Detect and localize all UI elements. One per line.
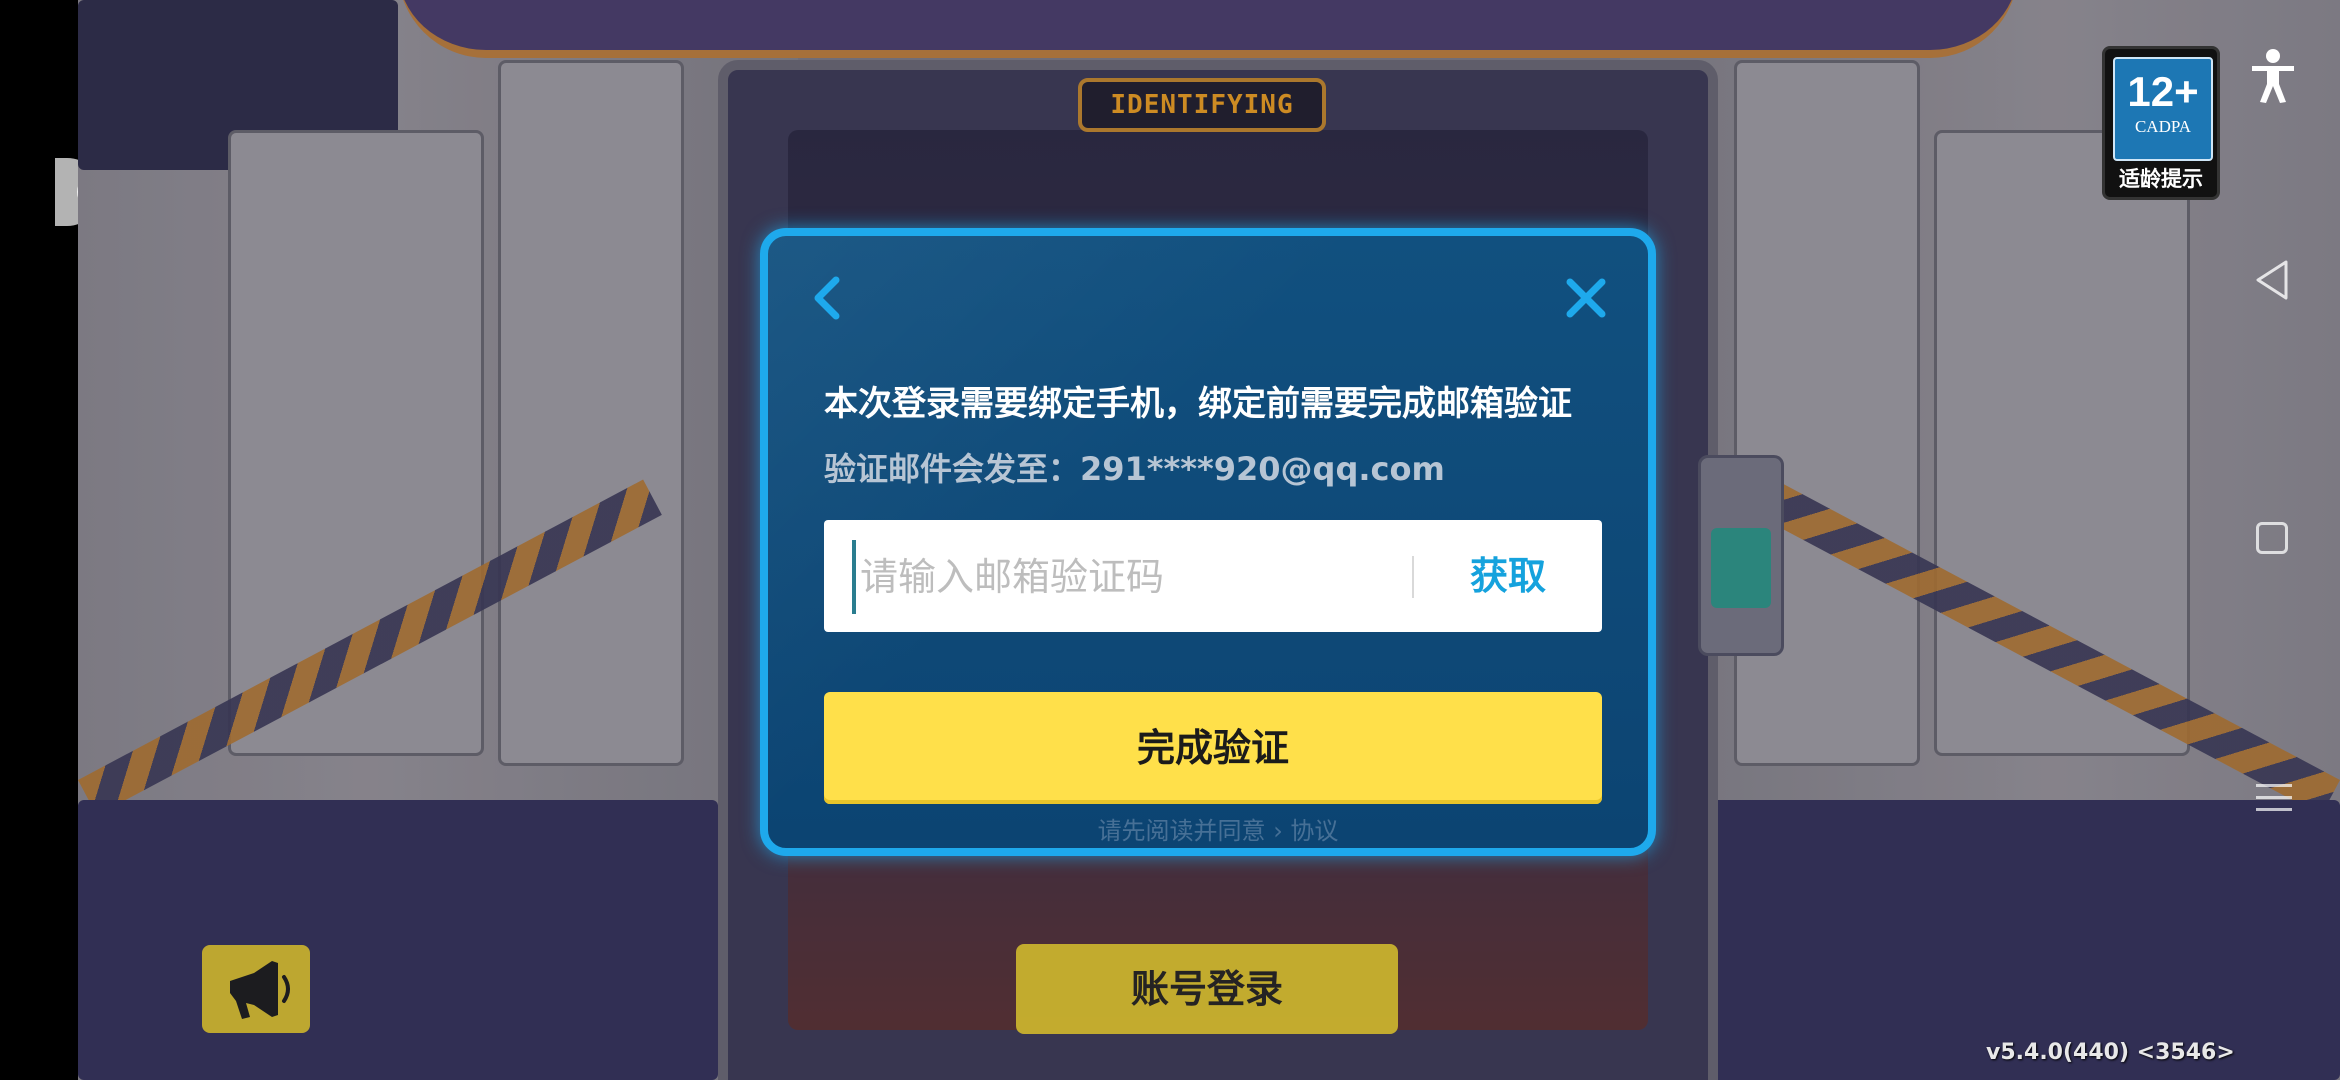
hamburger-menu-icon[interactable] [2256,780,2292,816]
accessibility-icon[interactable] [2248,48,2298,104]
verification-code-input[interactable] [852,540,1422,614]
game-login-screen: IDENTIFYING 12+ CADPA 适龄提示 本次登录需要绑定手机，绑定… [0,0,2340,1080]
age-rating-hint: 适龄提示 [2119,167,2203,191]
email-destination-text: 验证邮件会发至：291****920@qq.com [824,450,1445,488]
age-rating-number: 12+ [2127,68,2199,115]
dialog-title: 本次登录需要绑定手机，绑定前需要完成邮箱验证 [824,384,1572,424]
chevron-left-icon [814,276,840,320]
get-code-button[interactable]: 获取 [1414,520,1602,632]
age-rating-badge[interactable]: 12+ CADPA 适龄提示 [2102,46,2220,200]
age-rating-inner: 12+ CADPA [2113,57,2213,161]
email-verification-dialog: 本次登录需要绑定手机，绑定前需要完成邮箱验证 验证邮件会发至：291****92… [760,228,1656,856]
close-icon [1566,278,1606,318]
triangle-back-icon[interactable] [2252,258,2292,302]
close-button[interactable] [1564,276,1608,320]
complete-verification-button[interactable]: 完成验证 [824,692,1602,804]
age-rating-org: CADPA [2134,117,2192,136]
square-home-icon[interactable] [2256,522,2288,554]
version-text: v5.4.0(440) <3546> [1986,1040,2235,1065]
account-login-button[interactable]: 账号登录 [1016,944,1398,1034]
verification-code-field: 获取 [824,520,1602,632]
faint-background-text: 请先阅读并同意 › 协议 [1097,817,1339,845]
megaphone-icon [230,961,290,1019]
sound-button[interactable] [202,945,310,1033]
back-button[interactable] [808,274,848,322]
